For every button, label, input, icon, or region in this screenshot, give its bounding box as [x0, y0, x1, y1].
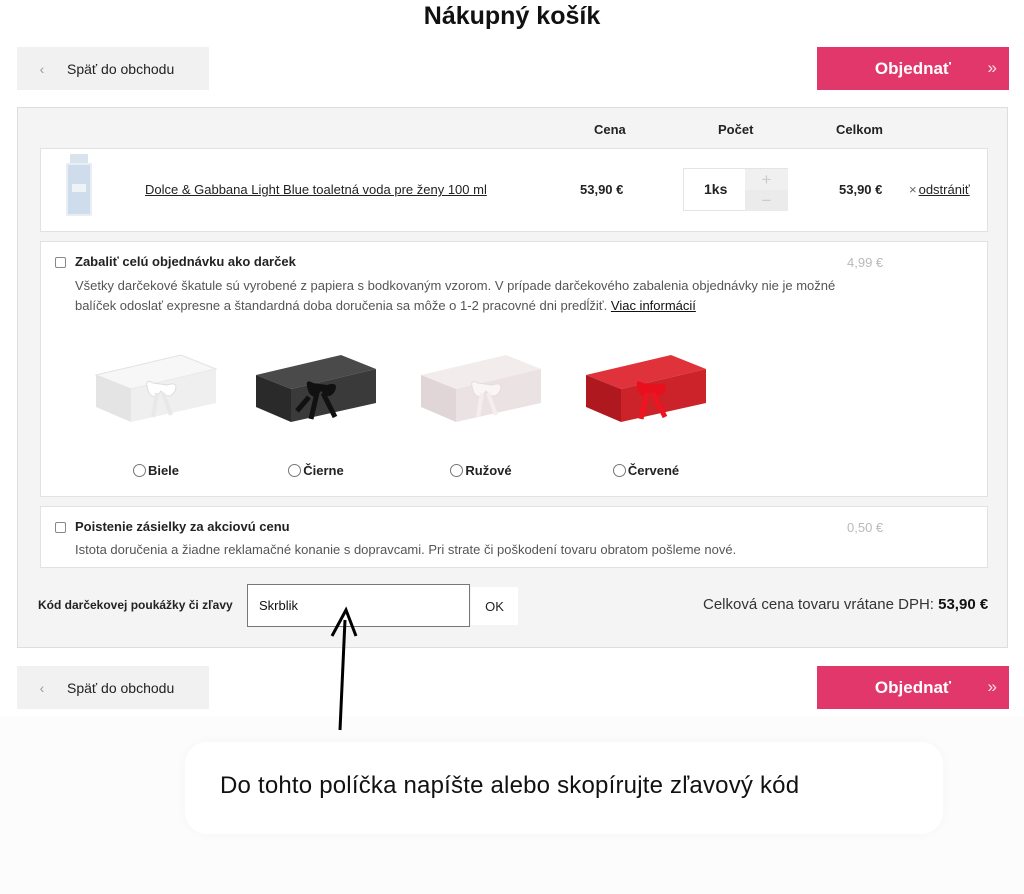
double-chevron-right-icon: »	[987, 58, 997, 77]
coupon-ok-button[interactable]: OK	[471, 587, 518, 625]
white-gift-box-image	[94, 354, 218, 422]
back-to-shop-label: Späť do obchodu	[67, 679, 175, 696]
product-total: 53,90 €	[839, 182, 883, 197]
order-button[interactable]: Objednať »	[817, 47, 1009, 90]
gift-wrap-price: 4,99 €	[847, 255, 884, 270]
gift-wrap-description: Všetky darčekové škatule sú vyrobené z p…	[75, 276, 835, 316]
black-gift-box-image	[256, 355, 376, 422]
gift-wrap-checkbox[interactable]	[55, 257, 66, 268]
product-name-link[interactable]: Dolce & Gabbana Light Blue toaletná voda…	[145, 182, 487, 197]
gift-box-pink-label: Ružové	[465, 463, 512, 478]
order-button-label: Objednať	[874, 58, 952, 78]
gift-box-option-label: Čierne	[251, 463, 381, 478]
gift-box-option-label: Červené	[581, 463, 711, 478]
chevron-left-icon: ‹	[39, 679, 45, 696]
remove-item-label: odstrániť	[918, 182, 970, 197]
gift-box-white-radio[interactable]	[132, 464, 146, 477]
gift-box-option-red[interactable]: Červené	[581, 347, 711, 478]
quantity-value[interactable]: 1ks	[704, 181, 727, 197]
back-to-shop-label: Späť do obchodu	[67, 60, 175, 77]
insurance-title: Poistenie zásielky za akciovú cenu	[75, 519, 290, 534]
coupon-label: Kód darčekovej poukážky či zľavy	[38, 598, 233, 612]
gift-wrap-description-line: Všetky darčekové škatule sú vyrobené z p…	[75, 278, 836, 293]
chevron-left-icon: ‹	[39, 60, 45, 77]
gift-wrap-title: Zabaliť celú objednávku ako darček	[75, 254, 296, 269]
close-icon: ×	[909, 182, 917, 197]
grand-total-value: 53,90 €	[938, 596, 989, 613]
red-gift-box-image	[586, 355, 706, 422]
cart-item-row: Dolce & Gabbana Light Blue toaletná voda…	[40, 148, 988, 232]
gift-box-black-label: Čierne	[303, 463, 344, 478]
quantity-increase-button[interactable]: +	[745, 169, 788, 190]
insurance-checkbox[interactable]	[55, 522, 66, 533]
grand-total: Celková cena tovaru vrátane DPH: 53,90 €	[703, 596, 988, 613]
column-header-price: Cena	[594, 122, 626, 137]
quantity-stepper: 1ks + −	[683, 168, 788, 211]
gift-box-option-label: Ružové	[416, 463, 546, 478]
gift-box-option-white[interactable]: Biele	[91, 347, 221, 478]
gift-box-pink-radio[interactable]	[450, 464, 464, 477]
back-to-shop-button-bottom[interactable]: ‹ Späť do obchodu	[17, 666, 209, 709]
gift-box-red-radio[interactable]	[612, 464, 626, 477]
quantity-decrease-button[interactable]: −	[745, 190, 788, 211]
gift-box-option-label: Biele	[91, 463, 221, 478]
gift-box-black-radio[interactable]	[288, 464, 302, 477]
insurance-option: Poistenie zásielky za akciovú cenu 0,50 …	[40, 506, 988, 568]
insurance-price: 0,50 €	[847, 520, 884, 535]
grand-total-label: Celková cena tovaru vrátane DPH:	[703, 596, 934, 613]
annotation-text: Do tohto políčka napíšte alebo skopírujt…	[220, 772, 800, 799]
gift-box-red-label: Červené	[627, 463, 680, 478]
gift-wrap-option: Zabaliť celú objednávku ako darček 4,99 …	[40, 241, 988, 497]
order-button-label: Objednať	[874, 677, 952, 697]
cart-panel: Cena Počet Celkom Dolce & Gabbana Light …	[17, 107, 1008, 648]
pointer-arrow-icon	[330, 606, 358, 731]
remove-item-button[interactable]: × odstrániť	[909, 182, 970, 197]
back-to-shop-button[interactable]: ‹ Späť do obchodu	[17, 47, 209, 90]
page-title: Nákupný košík	[423, 2, 601, 30]
more-info-link[interactable]: Viac informácií	[611, 298, 696, 313]
gift-box-option-black[interactable]: Čierne	[251, 347, 381, 478]
pink-gift-box-image	[421, 355, 541, 422]
product-image[interactable]	[66, 154, 92, 216]
double-chevron-right-icon: »	[987, 677, 997, 696]
insurance-description: Istota doručenia a žiadne reklamačné kon…	[75, 542, 737, 557]
product-price: 53,90 €	[580, 182, 624, 197]
gift-box-white-label: Biele	[147, 463, 180, 478]
column-header-qty: Počet	[718, 122, 754, 137]
column-header-total: Celkom	[836, 122, 883, 137]
gift-wrap-description-line: balíček odoslať expresne a štandardná do…	[75, 298, 608, 313]
order-button-bottom[interactable]: Objednať »	[817, 666, 1009, 709]
gift-box-option-pink[interactable]: Ružové	[416, 347, 546, 478]
